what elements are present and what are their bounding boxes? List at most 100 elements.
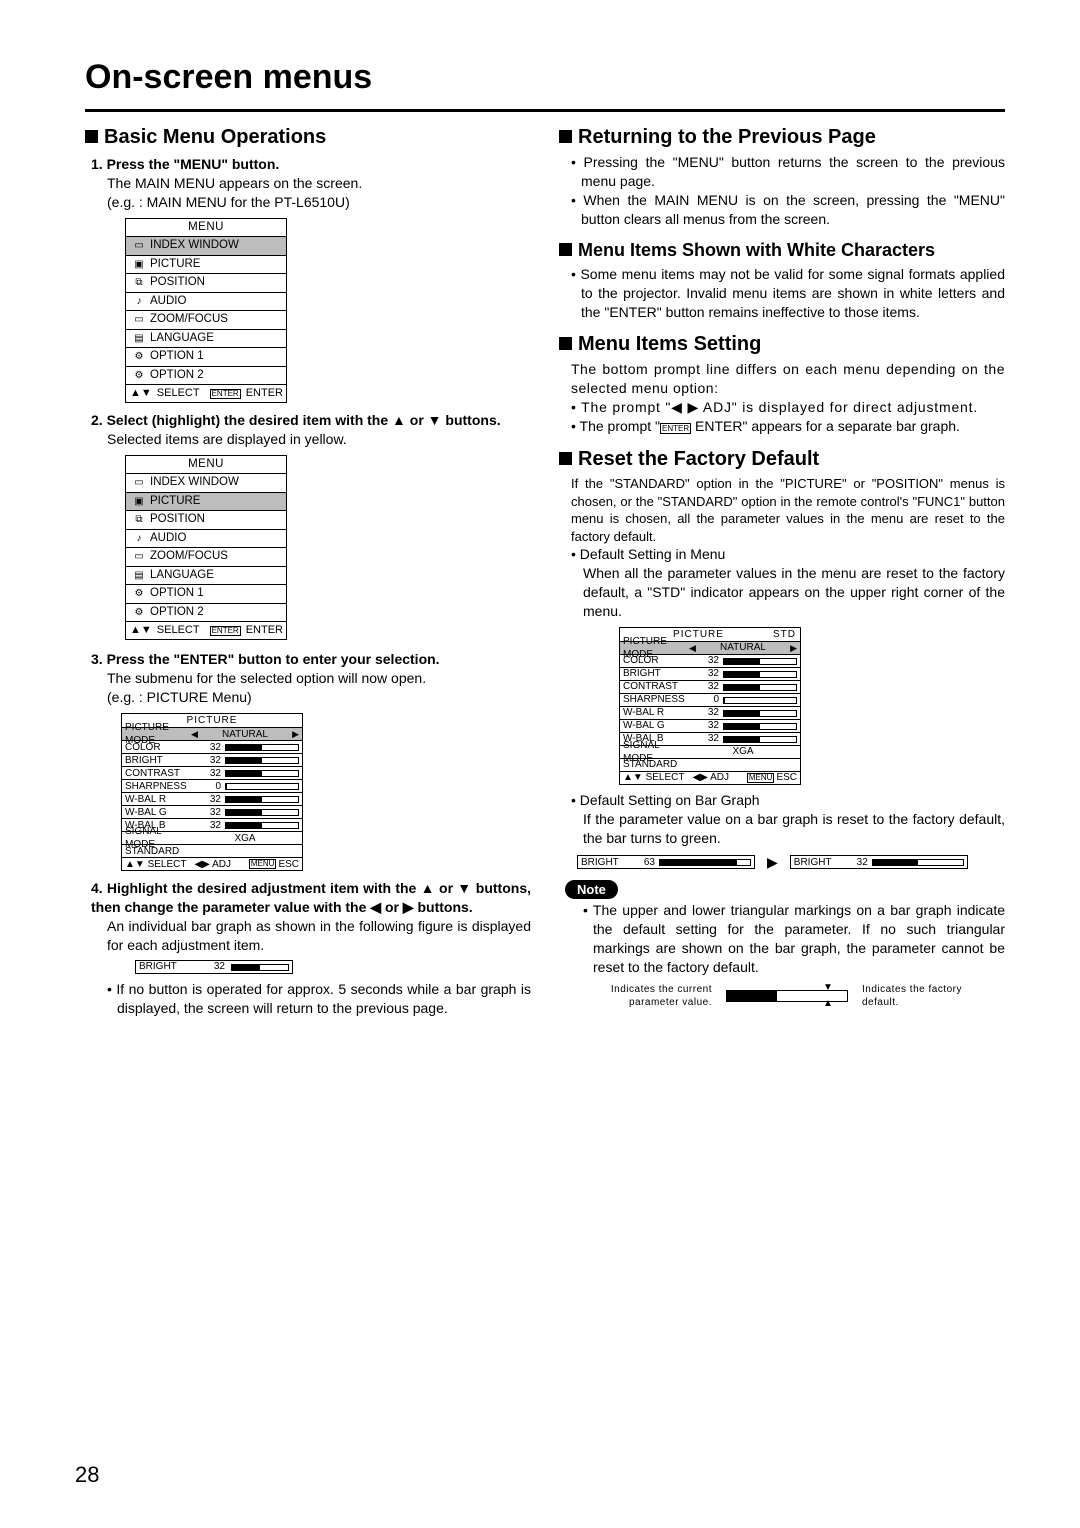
bar-graph [872,859,964,866]
arrow-right-icon: ▶ [767,853,778,872]
bar-pair: BRIGHT 63 ▶ BRIGHT 32 [577,853,1005,872]
square-icon [559,337,572,350]
picture-row: SHARPNESS0 [620,693,800,706]
picture-row: PICTURE MODE◀NATURAL▶ [122,727,302,740]
menu-item: ▤LANGUAGE [126,566,286,585]
step-3-body-1: The submenu for the selected option will… [107,669,531,688]
step-1-body-1: The MAIN MENU appears on the screen. [107,174,531,193]
index-icon: ▭ [132,476,146,490]
menu-item: ⚙OPTION 1 [126,584,286,603]
menu-item: ⚙OPTION 2 [126,366,286,385]
square-icon [559,243,572,256]
reset-bullet-1-body: When all the parameter values in the men… [583,564,1005,621]
square-icon [559,452,572,465]
menu-item: ⚙OPTION 2 [126,603,286,622]
zoom-icon: ▭ [132,313,146,327]
reset-bullet-2: Default Setting on Bar Graph [571,791,1005,810]
audio-icon: ♪ [132,295,146,309]
menu-title: MENU [126,456,286,474]
reset-bullet-2-body: If the parameter value on a bar graph is… [583,810,1005,848]
language-icon: ▤ [132,332,146,346]
return-bullet-1: Pressing the "MENU" button returns the s… [571,153,1005,191]
zoom-icon: ▭ [132,550,146,564]
enter-key-icon: ENTER [210,389,241,399]
menu-item: ▭INDEX WINDOW [126,236,286,255]
triangle-up-icon: ▲ [823,997,833,1011]
step-1-body-2: (e.g. : MAIN MENU for the PT-L6510U) [107,193,531,212]
updown-icon: ▲▼ [130,623,152,638]
return-bullet-2: When the MAIN MENU is on the screen, pre… [571,191,1005,229]
picture-row: W-BAL R32 [620,706,800,719]
picture-row: BRIGHT32 [122,753,302,766]
menu-item: ▣PICTURE [126,492,286,511]
picture-icon: ▣ [132,258,146,272]
tri-right-label: Indicates the factory default. [862,983,972,1010]
setting-bullet-1: The prompt "◀ ▶ ADJ" is displayed for di… [571,398,1005,417]
picture-row: SIGNAL MODEXGA [620,745,800,758]
square-icon [559,130,572,143]
menu-footer: ▲▼ SELECT ENTER ENTER [126,384,286,402]
white-bullet-1: Some menu items may not be valid for som… [571,265,1005,322]
picture-row: PICTURE MODE◀NATURAL▶ [620,641,800,654]
heading-setting: Menu Items Setting [559,331,1005,358]
heading-return: Returning to the Previous Page [559,124,1005,151]
picture-footer: ▲▼ SELECT◀▶ ADJMENUESC [620,771,800,784]
tri-bar: ▼ ▲ [726,990,848,1002]
step-3-body-2: (e.g. : PICTURE Menu) [107,688,531,707]
option-icon: ⚙ [132,606,146,620]
bright-bar-after: BRIGHT 32 [790,855,968,869]
language-icon: ▤ [132,569,146,583]
menu-item: ⧉POSITION [126,273,286,292]
picture-row: W-BAL R32 [122,792,302,805]
page-title: On-screen menus [85,55,1005,101]
step-2: 2. Select (highlight) the desired item w… [91,411,531,430]
page: On-screen menus Basic Menu Operations 1.… [0,0,1080,1528]
menu-footer: ▲▼ SELECT ENTER ENTER [126,621,286,639]
picture-row: STANDARD [122,844,302,857]
heading-basic-text: Basic Menu Operations [104,124,326,151]
picture-menu-box: PICTUREPICTURE MODE◀NATURAL▶COLOR32BRIGH… [121,713,303,872]
option-icon: ⚙ [132,587,146,601]
picture-row: CONTRAST32 [122,766,302,779]
menu-item: ▭ZOOM/FOCUS [126,547,286,566]
picture-menu-std-box: PICTURESTDPICTURE MODE◀NATURAL▶COLOR32BR… [619,627,801,786]
setting-body: The bottom prompt line differs on each m… [571,360,1005,398]
step-1: 1. Press the "MENU" button. [91,155,531,174]
updown-icon: ▲▼ [130,386,152,401]
option-icon: ⚙ [132,350,146,364]
audio-icon: ♪ [132,532,146,546]
enter-key-icon: ENTER [210,626,241,636]
picture-row: SIGNAL MODEXGA [122,831,302,844]
columns: Basic Menu Operations 1. Press the "MENU… [85,124,1005,1018]
step-4-body: An individual bar graph as shown in the … [107,917,531,955]
picture-row: COLOR32 [620,654,800,667]
index-icon: ▭ [132,239,146,253]
menu-item: ▭ZOOM/FOCUS [126,310,286,329]
right-column: Returning to the Previous Page Pressing … [559,124,1005,1018]
left-column: Basic Menu Operations 1. Press the "MENU… [85,124,531,1018]
reset-body: If the "STANDARD" option in the "PICTURE… [571,475,1005,545]
menu-item: ♪AUDIO [126,529,286,548]
triangle-figure: Indicates the current parameter value. ▼… [559,983,1005,1010]
menu-item: ▭INDEX WINDOW [126,473,286,492]
bright-bar-inline: BRIGHT 32 [135,960,293,974]
option-icon: ⚙ [132,369,146,383]
heading-reset: Reset the Factory Default [559,446,1005,473]
heading-basic: Basic Menu Operations [85,124,531,151]
picture-row: BRIGHT32 [620,667,800,680]
bar-graph [231,964,289,971]
picture-row: W-BAL G32 [122,805,302,818]
picture-row: STANDARD [620,758,800,771]
step-4: 4. Highlight the desired adjustment item… [91,879,531,917]
position-icon: ⧉ [132,513,146,527]
menu-item: ⧉POSITION [126,510,286,529]
picture-row: W-BAL G32 [620,719,800,732]
bright-bar-before: BRIGHT 63 [577,855,755,869]
picture-row: SHARPNESS0 [122,779,302,792]
picture-row: CONTRAST32 [620,680,800,693]
menu-title: MENU [126,219,286,237]
menu-item: ▤LANGUAGE [126,329,286,348]
main-menu-box-2: MENU ▭INDEX WINDOW ▣PICTURE ⧉POSITION ♪A… [125,455,287,640]
note-bullet: The upper and lower triangular markings … [583,901,1005,977]
step-3: 3. Press the "ENTER" button to enter you… [91,650,531,669]
